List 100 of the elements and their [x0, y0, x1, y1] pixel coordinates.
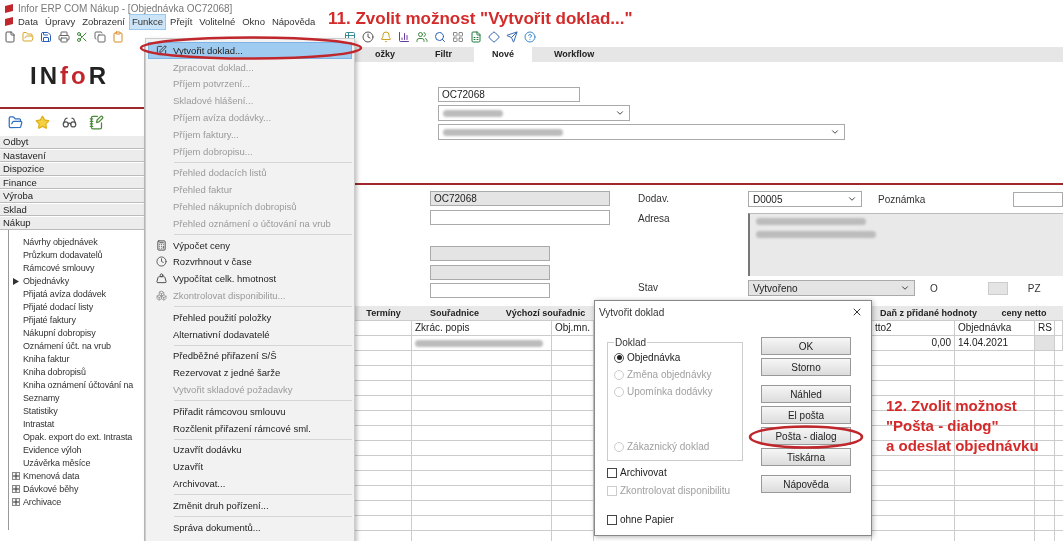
dropdown-field[interactable] [438, 105, 630, 121]
checkbox-option[interactable]: ohne Papier [607, 512, 743, 527]
tree-item[interactable]: Přijatá avíza dodávek [23, 289, 106, 299]
input-field[interactable]: OC72068 [438, 87, 580, 102]
menu-item[interactable]: Uzavřít [148, 458, 352, 476]
tree-item[interactable]: Návrhy objednávek [23, 237, 98, 247]
tree-item[interactable]: Kniha faktur [23, 354, 70, 364]
input-field[interactable] [430, 265, 550, 280]
bar-chart-icon[interactable] [398, 31, 410, 43]
menu-item[interactable]: Úpravy [42, 13, 79, 30]
tree-item[interactable]: Rámcové smlouvy [23, 263, 95, 273]
tab[interactable]: Výchozí souřadnic [497, 306, 594, 320]
dropdown-field[interactable] [438, 124, 845, 140]
scissors-icon[interactable] [76, 31, 88, 43]
expand-plus-icon[interactable] [12, 498, 20, 506]
diamond-icon[interactable] [488, 31, 500, 43]
menu-item[interactable]: Zobrazení [79, 13, 128, 30]
clock-icon[interactable] [362, 31, 374, 43]
tree-item[interactable]: Dávkové běhy [23, 484, 79, 494]
tree-item[interactable]: Oznámení účt. na vrub [23, 341, 111, 351]
tab[interactable]: Termíny [355, 306, 412, 320]
menu-item[interactable]: Výpočet ceny [148, 236, 352, 254]
tree-item[interactable]: Objednávky [23, 276, 70, 286]
tree-item[interactable]: Průzkum dodavatelů [23, 250, 103, 260]
checkbox-option[interactable]: Archivovat [607, 465, 743, 480]
bell-icon[interactable] [380, 31, 392, 43]
folder-icon[interactable] [8, 114, 23, 130]
dialog-button[interactable]: Náhled [761, 385, 851, 403]
copy-icon[interactable] [94, 31, 106, 43]
dropdown-field[interactable]: D0005 [748, 191, 862, 207]
dialog-button[interactable]: Storno [761, 358, 851, 376]
dialog-button[interactable]: Tiskárna [761, 448, 851, 466]
menu-item[interactable]: Přehled použití položky [148, 308, 352, 326]
save-icon[interactable] [40, 31, 52, 43]
input-field[interactable] [430, 246, 550, 261]
tree-item[interactable]: Statistiky [23, 406, 58, 416]
menu-item[interactable]: Data [15, 13, 42, 30]
menu-item[interactable]: Volitelné [196, 13, 239, 30]
tree-item[interactable]: Uzávěrka měsíce [23, 458, 91, 468]
tab[interactable]: Filtr [417, 47, 470, 62]
dialog-button[interactable]: Nápověda [761, 475, 851, 493]
tree-item[interactable]: Evidence výloh [23, 445, 82, 455]
clipboard-icon[interactable] [112, 31, 124, 43]
tab[interactable]: Nové [474, 47, 533, 62]
sidebar-section[interactable]: Výroba [0, 189, 144, 203]
menu-item[interactable]: Rozčlenit přiřazení rámcové sml. [148, 419, 352, 437]
notepad-icon[interactable] [89, 114, 104, 130]
dialog-button[interactable]: OK [761, 337, 851, 355]
tree-item[interactable]: Archivace [23, 497, 62, 507]
tab[interactable]: ožky [357, 47, 413, 62]
sidebar-section[interactable]: Nákup [0, 216, 144, 230]
expand-arrow-icon[interactable] [13, 277, 19, 285]
expand-plus-icon[interactable] [12, 485, 20, 493]
tree-item[interactable]: Přijaté dodací listy [23, 302, 94, 312]
menu-item[interactable]: Archivovat... [148, 475, 352, 492]
tab[interactable]: Souřadnice [412, 306, 497, 320]
grid-icon[interactable] [452, 31, 464, 43]
sidebar-section[interactable]: Odbyt [0, 135, 144, 149]
tree-item[interactable]: Intrastat [23, 419, 55, 429]
menu-item[interactable]: Předběžné přiřazení S/Š [148, 347, 352, 365]
input-field[interactable] [430, 210, 610, 225]
tree-item[interactable]: Přijaté faktury [23, 315, 76, 325]
tab[interactable]: Workflow [536, 47, 613, 62]
address-field[interactable] [748, 213, 1063, 276]
search-icon[interactable] [434, 31, 446, 43]
menu-item[interactable]: Vytvořit doklad... [148, 42, 352, 59]
tree-item[interactable]: Seznamy [23, 393, 60, 403]
menu-item[interactable]: Přiřadit rámcovou smlouvu [148, 402, 352, 420]
menu-item[interactable]: Funkce [128, 13, 167, 30]
menu-item[interactable]: Rezervovat z jedné šarže [148, 364, 352, 382]
file-icon[interactable] [4, 31, 16, 43]
dropdown-field[interactable]: Vytvořeno [748, 280, 915, 296]
spreadsheet-icon[interactable] [470, 31, 482, 43]
users-icon[interactable] [416, 31, 428, 43]
radio-option[interactable]: Objednávka [614, 350, 736, 365]
tree-item[interactable]: Opak. export do ext. Intrasta [23, 432, 133, 442]
input-field[interactable] [987, 281, 1008, 295]
input-field[interactable] [1013, 191, 1063, 207]
input-field[interactable] [430, 283, 550, 298]
sidebar-section[interactable]: Dispozice [0, 162, 144, 176]
expand-plus-icon[interactable] [12, 472, 20, 480]
tab[interactable]: ceny netto [985, 306, 1063, 320]
menu-item[interactable]: Vypočítat celk. hmotnost [148, 270, 352, 288]
column-header[interactable]: Objednávka [955, 321, 1035, 336]
input-field[interactable]: OC72068 [430, 191, 610, 206]
menu-item[interactable]: Nápověda [268, 13, 319, 30]
menu-item[interactable]: Okno [239, 13, 268, 30]
menu-item[interactable]: Přejít [167, 13, 196, 30]
send-icon[interactable] [506, 31, 518, 43]
dialog-button[interactable]: El pošta [761, 406, 851, 424]
menu-item[interactable]: Alternativní dodavatelé [148, 325, 352, 343]
column-header[interactable]: Zkrác. popis [412, 321, 552, 336]
tree-item[interactable]: Kniha dobropisů [23, 367, 86, 377]
tree-item[interactable]: Nákupní dobropisy [23, 328, 96, 338]
close-icon[interactable] [851, 306, 863, 318]
star-icon[interactable] [35, 114, 50, 130]
tab[interactable]: Daň z přidané hodnoty [872, 306, 985, 320]
menu-item[interactable]: Uzavřít dodávku [148, 441, 352, 459]
menu-item[interactable]: Rozvrhnout v čase [148, 253, 352, 271]
tree-item[interactable]: Kniha oznámení účtování na [23, 380, 134, 390]
